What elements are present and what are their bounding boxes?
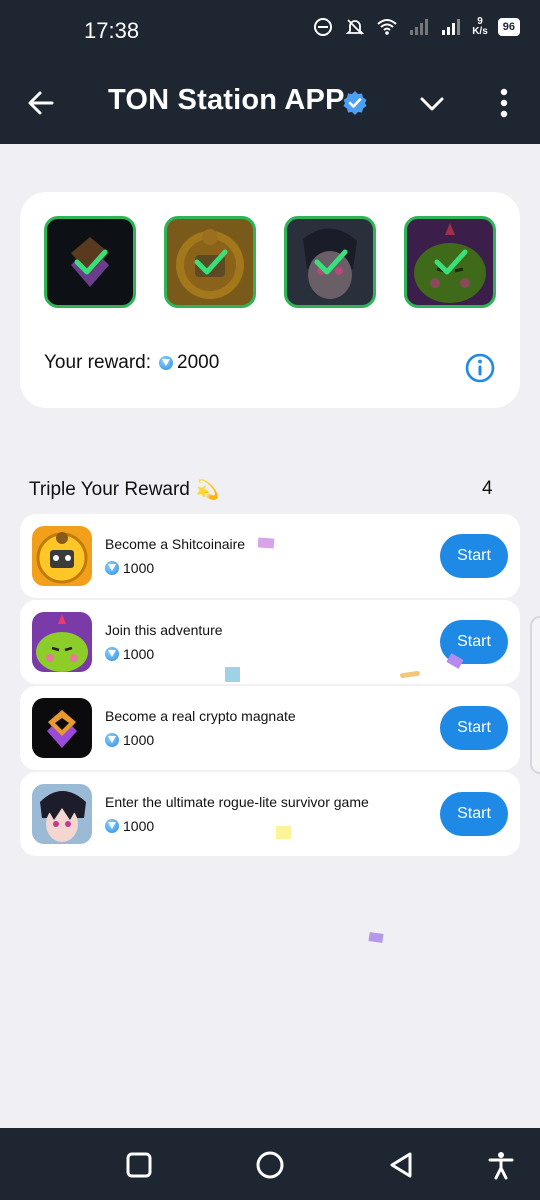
confetti-piece [257,537,275,549]
adventure-badge [404,216,496,308]
task-title: Become a Shitcoinaire [105,536,246,552]
task-reward: 1000 [105,646,154,662]
task-title: Enter the ultimate rogue-lite survivor g… [105,794,369,810]
status-time: 17:38 [84,18,140,43]
ton-coin-icon [105,819,119,833]
crypto-magnate-badge [44,216,136,308]
more-vertical-icon[interactable] [490,86,518,120]
confetti-piece [368,932,384,943]
confetti-piece [225,667,240,682]
task-reward-value: 1000 [123,560,155,576]
task-reward-value: 1000 [123,646,155,662]
task-item[interactable]: Enter the ultimate rogue-lite survivor g… [20,772,520,856]
network-speed: 9 K/s [472,17,488,37]
crypto-magnate-app-icon [32,698,92,758]
check-icon [434,249,468,275]
back-nav-icon[interactable] [386,1150,416,1180]
wifi-icon [377,19,397,35]
battery-indicator: 96 [497,18,520,36]
task-title: Join this adventure [105,622,223,638]
shitcoinaire-app-icon [32,526,92,586]
check-icon [314,249,348,275]
reward-summary: Your reward: 2000 [44,352,219,374]
dnd-icon [314,18,333,36]
confetti-piece [276,826,291,839]
dizzy-emoji-icon: 💫 [195,480,220,501]
home-icon[interactable] [255,1150,285,1180]
check-icon [194,249,228,275]
start-button[interactable]: Start [440,706,508,750]
app-header: TON Station APP [0,62,540,144]
task-reward-value: 1000 [123,732,155,748]
system-icons: 9 K/s 96 [312,16,520,38]
side-panel-handle[interactable] [530,616,540,774]
section-title-text: Triple Your Reward [29,479,190,500]
signal-icon-2 [442,19,461,35]
info-icon[interactable] [464,352,496,384]
task-item[interactable]: Become a real crypto magnate 1000 Start [20,686,520,770]
task-reward: 1000 [105,560,154,576]
shitcoinaire-badge [164,216,256,308]
status-bar: 17:38 9 K/s 96 [0,0,540,62]
section-count: 4 [482,478,493,499]
recent-apps-icon[interactable] [124,1150,154,1180]
arrow-left-icon[interactable] [26,88,56,118]
system-nav-bar [0,1128,540,1200]
start-button[interactable]: Start [440,792,508,836]
check-icon [74,249,108,275]
ton-coin-icon [159,356,174,370]
reward-card: Your reward: 2000 [20,192,520,408]
task-item[interactable]: Become a Shitcoinaire 1000 Start [20,514,520,598]
signal-icon [410,19,429,35]
accessibility-icon[interactable] [486,1150,516,1180]
rogue-lite-badge [284,216,376,308]
page-title: TON Station APP [108,84,345,116]
ton-coin-icon [105,733,119,747]
task-item[interactable]: Join this adventure 1000 Start [20,600,520,684]
task-reward: 1000 [105,732,154,748]
adventure-app-icon [32,612,92,672]
task-title: Become a real crypto magnate [105,708,296,724]
speed-unit: K/s [472,26,488,37]
task-reward: 1000 [105,818,154,834]
task-reward-value: 1000 [123,818,155,834]
chevron-down-icon[interactable] [418,90,446,118]
ton-coin-icon [105,561,119,575]
section-title: Triple Your Reward 💫 [29,478,220,502]
start-button[interactable]: Start [440,534,508,578]
ton-coin-icon [105,647,119,661]
reward-value: 2000 [177,352,220,373]
reward-label: Your reward: [44,352,152,373]
rogue-lite-app-icon [32,784,92,844]
bell-off-icon [346,19,365,35]
verified-badge-icon [343,91,367,115]
